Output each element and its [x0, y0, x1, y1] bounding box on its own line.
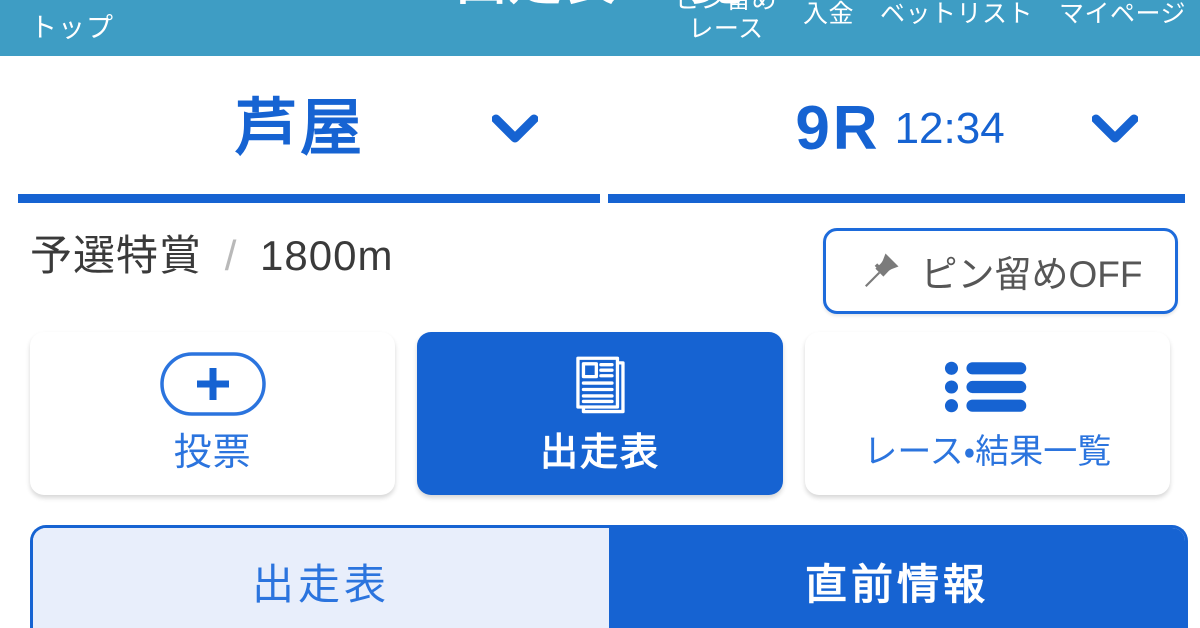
nav-item-pinned-races-label-line2: レース: [688, 14, 764, 43]
global-nav-right: ピン留め レース 入金 ベットリスト マイページ: [675, 0, 1186, 44]
tab-race-card[interactable]: 出走表: [33, 528, 609, 628]
nav-item-top[interactable]: トップ: [30, 6, 114, 45]
bulleted-list-icon: [944, 354, 1030, 420]
nav-item-pinned-races-label-line1: ピン留め: [674, 0, 777, 14]
app-screen: 出走表・一覧 トップ ピン留め レース 入金 ベットリスト マイページ 芦屋: [0, 0, 1200, 628]
tab-latest-info[interactable]: 直前情報: [609, 528, 1185, 628]
tab-latest-info-label: 直前情報: [804, 561, 989, 608]
race-start-time: 12:34: [894, 104, 1005, 153]
chevron-down-icon: [492, 114, 538, 144]
selector-row: 芦屋 9R 12:34: [0, 56, 1200, 202]
nav-item-bet-list[interactable]: ベットリスト: [880, 0, 1033, 29]
content-tab-bar: 出走表 直前情報: [30, 525, 1188, 628]
race-info: 予選特賞 / 1800m: [30, 222, 393, 283]
pin-toggle-button[interactable]: ピン留めOFF: [823, 228, 1178, 314]
nav-item-my-page[interactable]: マイページ: [1059, 0, 1186, 29]
action-button-race-card-label: 出走表: [539, 432, 660, 474]
action-button-vote-label: 投票: [173, 432, 252, 474]
race-selector-underline: [608, 194, 1185, 203]
race-number: 9R: [795, 94, 881, 163]
pin-toggle-label: ピン留めOFF: [920, 254, 1143, 295]
global-header: 出走表・一覧 トップ ピン留め レース 入金 ベットリスト マイページ: [0, 0, 1200, 56]
race-distance: 1800m: [260, 232, 394, 279]
plus-in-pill-icon: [158, 351, 268, 417]
action-button-race-card[interactable]: 出走表: [417, 332, 783, 495]
action-button-vote[interactable]: 投票: [30, 332, 396, 495]
action-button-row: 投票 出走表 レース・結果一覧: [30, 332, 1170, 495]
venue-selector[interactable]: 芦屋: [0, 56, 600, 202]
race-info-separator: /: [224, 232, 238, 279]
action-button-race-results-list[interactable]: レース・結果一覧: [804, 332, 1170, 495]
nav-item-deposit[interactable]: 入金: [803, 0, 854, 29]
venue-name: 芦屋: [234, 94, 365, 163]
race-card-document-icon: [566, 351, 634, 417]
action-button-race-results-list-label: レース・結果一覧: [863, 433, 1112, 471]
chevron-down-icon: [1092, 114, 1138, 144]
pushpin-icon: [859, 249, 903, 293]
nav-item-pinned-races[interactable]: ピン留め レース: [675, 0, 777, 44]
venue-selector-underline: [18, 194, 600, 203]
race-grade: 予選特賞: [30, 232, 203, 279]
tab-race-card-label: 出走表: [251, 561, 390, 608]
race-selector[interactable]: 9R 12:34: [600, 56, 1200, 202]
